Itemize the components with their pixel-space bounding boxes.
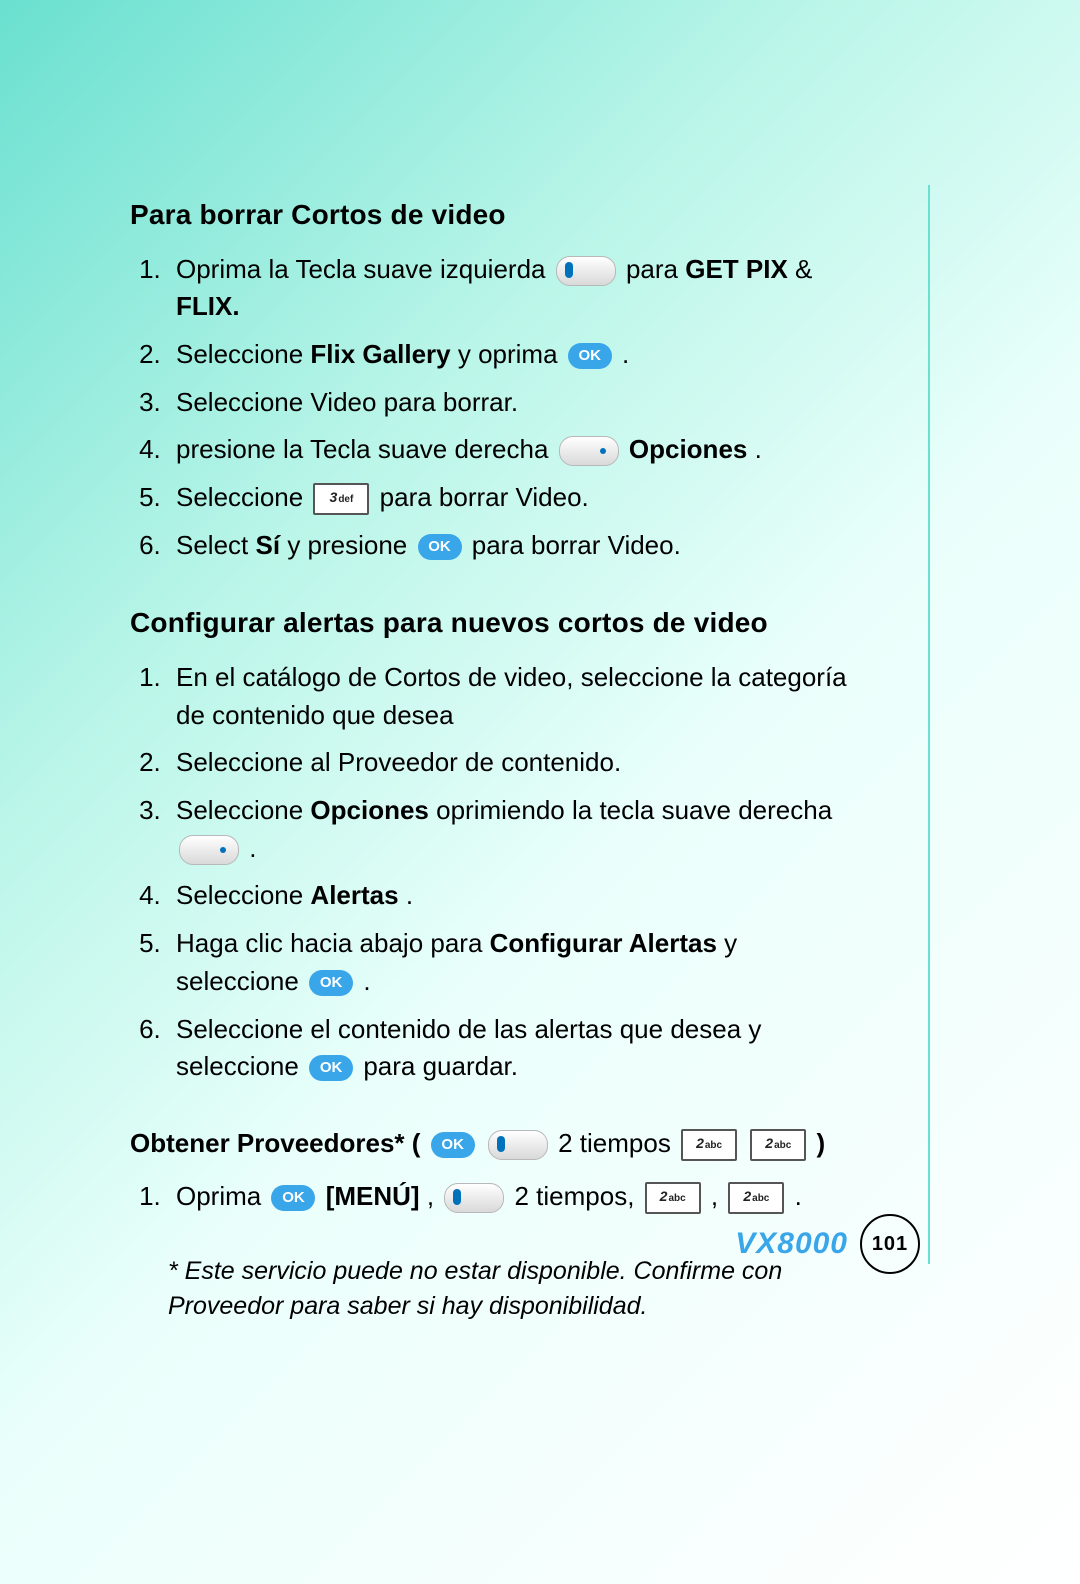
- text: .: [755, 434, 762, 464]
- text-bold: GET PIX: [685, 254, 788, 284]
- text: 2 tiempos: [558, 1128, 678, 1158]
- text: Seleccione: [176, 339, 310, 369]
- text: Oprima: [176, 1181, 268, 1211]
- key-digit: 3: [330, 489, 338, 505]
- step: Select Sí y presione OK para borrar Vide…: [168, 522, 860, 570]
- step: Seleccione el contenido de las alertas q…: [168, 1006, 860, 1091]
- page-content: Para borrar Cortos de video Oprima la Te…: [130, 195, 860, 1324]
- ok-key-icon: OK: [568, 343, 612, 369]
- key-sub: def: [338, 494, 353, 505]
- ok-key-icon: OK: [418, 534, 462, 560]
- text: Obtener Proveedores* (: [130, 1128, 428, 1158]
- left-softkey-icon: [556, 256, 616, 286]
- text-bold: Opciones: [629, 434, 747, 464]
- left-softkey-icon: [444, 1183, 504, 1213]
- text: .: [363, 966, 370, 996]
- right-softkey-icon: [559, 436, 619, 466]
- text: para guardar.: [363, 1051, 518, 1081]
- step: Seleccione Video para borrar.: [168, 379, 860, 427]
- text: .: [622, 339, 629, 369]
- vertical-rule: [928, 185, 930, 1264]
- keypad-2-icon: 2abc: [681, 1129, 737, 1161]
- text: y oprima: [458, 339, 565, 369]
- right-softkey-icon: [179, 835, 239, 865]
- text: Seleccione: [176, 482, 310, 512]
- keypad-2-icon: 2abc: [645, 1182, 701, 1214]
- text: para borrar Video.: [380, 482, 589, 512]
- text: Haga clic hacia abajo para: [176, 928, 490, 958]
- heading-configure-alerts: Configurar alertas para nuevos cortos de…: [130, 603, 860, 644]
- ok-key-icon: OK: [309, 970, 353, 996]
- step: Haga clic hacia abajo para Configurar Al…: [168, 920, 860, 1005]
- ok-key-icon: OK: [431, 1132, 475, 1158]
- text-bold: Opciones: [310, 795, 428, 825]
- step: Oprima la Tecla suave izquierda para GET…: [168, 246, 860, 331]
- text: ): [817, 1128, 826, 1158]
- text: para borrar Video.: [472, 530, 681, 560]
- ok-key-icon: OK: [271, 1185, 315, 1211]
- heading-delete-shorts: Para borrar Cortos de video: [130, 195, 860, 236]
- text-bold: Flix Gallery: [310, 339, 450, 369]
- text-bold: Alertas: [310, 880, 398, 910]
- page-number: 101: [860, 1214, 920, 1274]
- text: &: [795, 254, 812, 284]
- text: .: [406, 880, 413, 910]
- key-digit: 2: [765, 1135, 773, 1151]
- key-sub: abc: [668, 1193, 685, 1204]
- text-bold: FLIX.: [176, 291, 240, 321]
- step: En el catálogo de Cortos de video, selec…: [168, 654, 860, 739]
- step: Seleccione Opciones oprimiendo la tecla …: [168, 787, 860, 872]
- ok-key-icon: OK: [309, 1055, 353, 1081]
- keypad-3-icon: 3def: [313, 483, 369, 515]
- steps-delete-shorts: Oprima la Tecla suave izquierda para GET…: [130, 246, 860, 570]
- key-digit: 2: [696, 1135, 704, 1151]
- text: .: [249, 833, 256, 863]
- text: .: [795, 1181, 802, 1211]
- text: presione la Tecla suave derecha: [176, 434, 556, 464]
- step: Seleccione al Proveedor de contenido.: [168, 739, 860, 787]
- key-sub: abc: [774, 1140, 791, 1151]
- model-label: VX8000: [735, 1227, 848, 1261]
- heading-get-providers: Obtener Proveedores* ( OK 2 tiempos 2abc…: [130, 1125, 860, 1163]
- steps-configure-alerts: En el catálogo de Cortos de video, selec…: [130, 654, 860, 1091]
- page-footer: VX8000 101: [735, 1214, 920, 1274]
- step: Seleccione 3def para borrar Video.: [168, 474, 860, 522]
- text: Seleccione: [176, 795, 310, 825]
- key-sub: abc: [705, 1140, 722, 1151]
- key-digit: 2: [743, 1188, 751, 1204]
- text: para: [626, 254, 685, 284]
- text-bold: Sí: [256, 530, 281, 560]
- step: Seleccione Alertas .: [168, 872, 860, 920]
- text: Oprima la Tecla suave izquierda: [176, 254, 553, 284]
- text: y presione: [287, 530, 414, 560]
- text: 2 tiempos,: [515, 1181, 642, 1211]
- key-digit: 2: [660, 1188, 668, 1204]
- step: Seleccione Flix Gallery y oprima OK .: [168, 331, 860, 379]
- keypad-2-icon: 2abc: [728, 1182, 784, 1214]
- text: ,: [711, 1181, 725, 1211]
- text: oprimiendo la tecla suave derecha: [436, 795, 832, 825]
- text: Seleccione: [176, 880, 310, 910]
- key-sub: abc: [752, 1193, 769, 1204]
- text-bold: [MENÚ]: [326, 1181, 420, 1211]
- text-bold: Configurar Alertas: [490, 928, 717, 958]
- left-softkey-icon: [488, 1130, 548, 1160]
- text: ,: [427, 1181, 441, 1211]
- step: presione la Tecla suave derecha Opciones…: [168, 426, 860, 474]
- text: Select: [176, 530, 256, 560]
- keypad-2-icon: 2abc: [750, 1129, 806, 1161]
